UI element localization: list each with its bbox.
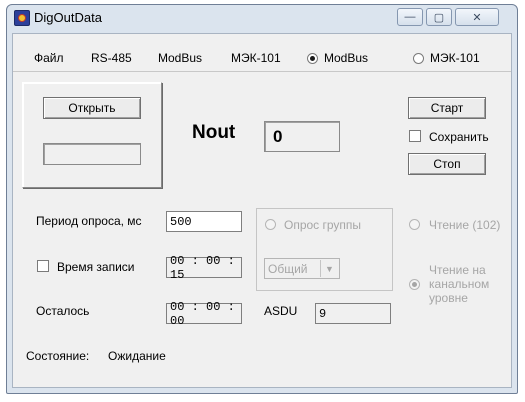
close-icon: ✕ <box>472 11 482 24</box>
period-input[interactable]: 500 <box>166 211 242 232</box>
nout-value: 0 <box>264 121 340 152</box>
asdu-label: ASDU <box>264 304 298 318</box>
nout-label: Nout <box>192 122 236 143</box>
open-button[interactable]: Открыть <box>43 97 141 119</box>
remaining-value: 00 : 00 : 00 <box>166 300 242 328</box>
maximize-icon: ▢ <box>433 11 445 24</box>
radio-iec101-label: МЭК-101 <box>430 51 480 65</box>
chevron-down-icon[interactable]: ▼ <box>320 260 338 277</box>
status-label: Состояние: <box>26 349 90 363</box>
menu-rs485[interactable]: RS-485 <box>91 51 132 65</box>
asdu-input[interactable]: 9 <box>315 303 391 324</box>
radio-group-poll[interactable] <box>265 219 276 230</box>
maximize-button[interactable]: ▢ <box>426 8 452 26</box>
read-102-label: Чтение (102) <box>429 218 501 232</box>
radio-read-102[interactable] <box>409 219 420 230</box>
group-select-value: Общий <box>268 261 308 276</box>
stop-button[interactable]: Стоп <box>408 153 486 175</box>
radio-modbus-label: ModBus <box>324 51 369 65</box>
record-time-checkbox[interactable] <box>37 260 49 272</box>
radio-read-channel[interactable] <box>409 279 420 290</box>
minimize-icon: — <box>404 11 416 23</box>
app-icon <box>14 10 30 26</box>
radio-modbus[interactable] <box>307 53 318 64</box>
save-checkbox-label: Сохранить <box>429 130 489 144</box>
save-checkbox[interactable] <box>409 130 421 142</box>
record-time-input[interactable]: 00 : 00 : 15 <box>166 254 242 282</box>
menu-modbus[interactable]: ModBus <box>158 51 202 65</box>
port-status-indicator <box>43 143 141 165</box>
menu-file[interactable]: Файл <box>34 51 64 65</box>
window-title: DigOutData <box>34 10 102 25</box>
radio-iec101[interactable] <box>413 53 424 64</box>
record-time-label: Время записи <box>57 260 135 274</box>
period-label: Период опроса, мс <box>36 214 142 228</box>
menu-iec101[interactable]: МЭК-101 <box>231 51 281 65</box>
start-button[interactable]: Старт <box>408 97 486 119</box>
close-button[interactable]: ✕ <box>455 8 499 26</box>
minimize-button[interactable]: — <box>397 8 423 26</box>
remaining-label: Осталось <box>36 304 90 318</box>
status-value: Ожидание <box>108 349 166 363</box>
read-channel-label: Чтение на канальном уровне <box>429 263 490 305</box>
group-poll-label: Опрос группы <box>284 218 362 232</box>
